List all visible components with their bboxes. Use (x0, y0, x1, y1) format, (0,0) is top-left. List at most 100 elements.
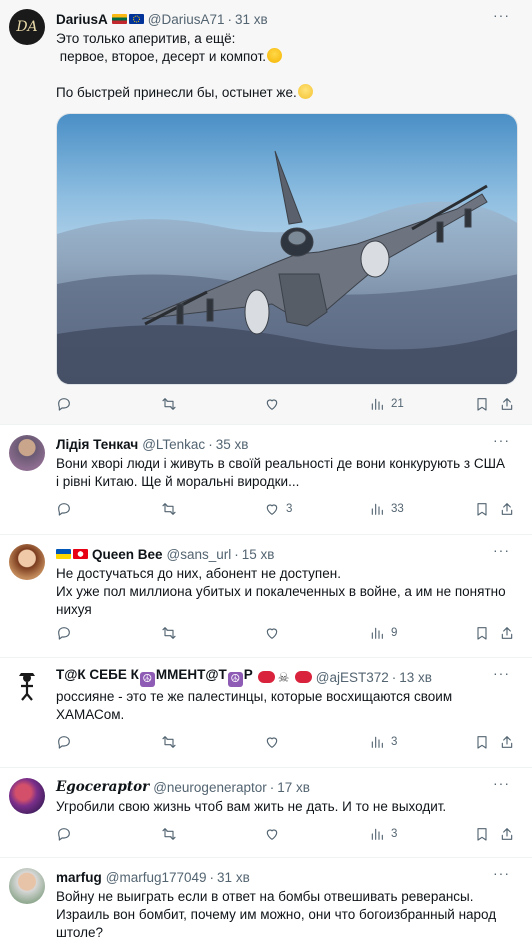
repost-icon (162, 828, 176, 840)
post-text: Угробили свою жизнь чтоб вам жить не дат… (56, 799, 447, 814)
views-button[interactable]: 3 (369, 734, 397, 750)
share-button[interactable] (499, 625, 515, 641)
user-handle[interactable]: @DariusA71 (148, 12, 225, 27)
repost-icon (162, 398, 176, 410)
avatar[interactable]: DA (9, 9, 45, 45)
heart-icon (266, 399, 278, 410)
avatar[interactable] (9, 868, 45, 904)
heart-icon (266, 628, 278, 639)
like-button[interactable] (264, 734, 286, 750)
repost-button[interactable] (161, 826, 183, 842)
like-button[interactable] (264, 396, 286, 412)
more-options-icon[interactable]: ··· (493, 432, 510, 448)
timestamp[interactable]: 31 хв (217, 870, 250, 885)
post-darius[interactable]: DA DariusA @DariusA71 · 31 хв ··· Это то… (0, 0, 532, 425)
reply-button[interactable] (56, 396, 78, 412)
reply-button[interactable] (56, 826, 78, 842)
more-options-icon[interactable]: ··· (493, 665, 510, 681)
heart-icon (266, 829, 278, 840)
share-icon (501, 627, 513, 639)
post-text: Не достучаться до них, абонент не доступ… (56, 566, 506, 617)
like-button[interactable] (264, 625, 286, 641)
bookmark-button[interactable] (474, 826, 490, 842)
user-handle[interactable]: @LTenkac (142, 437, 205, 452)
repost-button[interactable] (161, 734, 183, 750)
reply-button[interactable] (56, 734, 78, 750)
views-button[interactable]: 21 (369, 396, 404, 412)
views-chart-icon (371, 736, 383, 748)
user-handle[interactable]: @neurogeneraptor (153, 780, 267, 795)
post-queen-bee[interactable]: Queen Bee @sans_url · 15 хв ··· Не досту… (0, 535, 532, 658)
bookmark-icon (477, 828, 487, 841)
timestamp[interactable]: 31 хв (235, 12, 268, 27)
thinking-face-emoji-icon (297, 84, 313, 99)
views-button[interactable]: 3 (369, 826, 397, 842)
ukraine-flag-icon (56, 549, 71, 559)
share-icon (501, 828, 513, 840)
views-chart-icon (371, 828, 383, 840)
reply-button[interactable] (56, 501, 78, 517)
reply-icon (58, 398, 70, 411)
more-options-icon[interactable]: ··· (493, 865, 510, 881)
user-handle[interactable]: @sans_url (167, 547, 232, 562)
display-name[interactable]: Egoceraptor (56, 779, 149, 795)
bookmark-icon (477, 627, 487, 640)
user-handle[interactable]: @ajEST372 (316, 670, 389, 685)
post-text: Вони хворі люди і живуть в своїй реально… (56, 456, 505, 489)
reply-feed: DA DariusA @DariusA71 · 31 хв ··· Это то… (0, 0, 532, 944)
timestamp[interactable]: 35 хв (216, 437, 249, 452)
heart-icon (266, 737, 278, 748)
share-button[interactable] (499, 396, 515, 412)
post-text: Войну не выиграть если в ответ на бомбы … (56, 889, 497, 940)
bookmark-button[interactable] (474, 501, 490, 517)
post-marfug[interactable]: marfug @marfug177049 · 31 хв ··· Войну н… (0, 858, 532, 944)
avatar[interactable] (9, 778, 45, 814)
display-name[interactable]: Лідія Тенкач (56, 437, 138, 452)
share-icon (501, 736, 513, 748)
share-button[interactable] (499, 826, 515, 842)
bookmark-icon (477, 503, 487, 516)
pirate-figure-icon (19, 673, 35, 701)
more-options-icon[interactable]: ··· (493, 7, 510, 23)
peace-symbol-icon: ☮ (139, 672, 155, 687)
reply-icon (58, 503, 70, 516)
post-lidiia[interactable]: Лідія Тенкач @LTenkac · 35 хв ··· Вони х… (0, 425, 532, 535)
repost-button[interactable] (161, 501, 183, 517)
display-name[interactable]: DariusA (56, 12, 108, 27)
user-handle[interactable]: @marfug177049 (106, 870, 207, 885)
share-button[interactable] (499, 734, 515, 750)
bookmark-button[interactable] (474, 625, 490, 641)
avatar[interactable] (9, 544, 45, 580)
like-button[interactable]: 3 (264, 501, 292, 517)
views-button[interactable]: 33 (369, 501, 404, 517)
tunisia-flag-icon (73, 549, 88, 559)
avatar[interactable] (9, 435, 45, 471)
fighter-jet-photo[interactable] (56, 113, 518, 385)
views-button[interactable]: 9 (369, 625, 397, 641)
no-entry-emoji-icon (294, 671, 312, 683)
heart-icon (266, 504, 278, 515)
repost-icon (162, 736, 176, 748)
timestamp[interactable]: 17 хв (277, 780, 310, 795)
reply-icon (58, 627, 70, 640)
views-chart-icon (371, 503, 383, 515)
avatar[interactable] (9, 668, 45, 704)
more-options-icon[interactable]: ··· (493, 542, 510, 558)
like-button[interactable] (264, 826, 286, 842)
more-options-icon[interactable]: ··· (493, 775, 510, 791)
eu-flag-icon (128, 14, 144, 24)
display-name[interactable]: marfug (56, 870, 102, 885)
fighter-jet-image (57, 114, 517, 384)
bookmark-button[interactable] (474, 734, 490, 750)
display-name[interactable]: Т@К СЕБЕ К ☮ ММЕНТ@Т ☮ Р (56, 667, 253, 687)
timestamp[interactable]: 13 хв (399, 670, 432, 685)
timestamp[interactable]: 15 хв (242, 547, 275, 562)
post-tak-sebe-kommentator[interactable]: Т@К СЕБЕ К ☮ ММЕНТ@Т ☮ Р ☠ @ajEST372 · 13 хв… (0, 658, 532, 768)
share-button[interactable] (499, 501, 515, 517)
display-name[interactable]: Queen Bee (92, 547, 163, 562)
repost-button[interactable] (161, 625, 183, 641)
reply-button[interactable] (56, 625, 78, 641)
post-egoceraptor[interactable]: Egoceraptor @neurogeneraptor · 17 хв ···… (0, 768, 532, 858)
repost-button[interactable] (161, 396, 183, 412)
bookmark-button[interactable] (474, 396, 490, 412)
